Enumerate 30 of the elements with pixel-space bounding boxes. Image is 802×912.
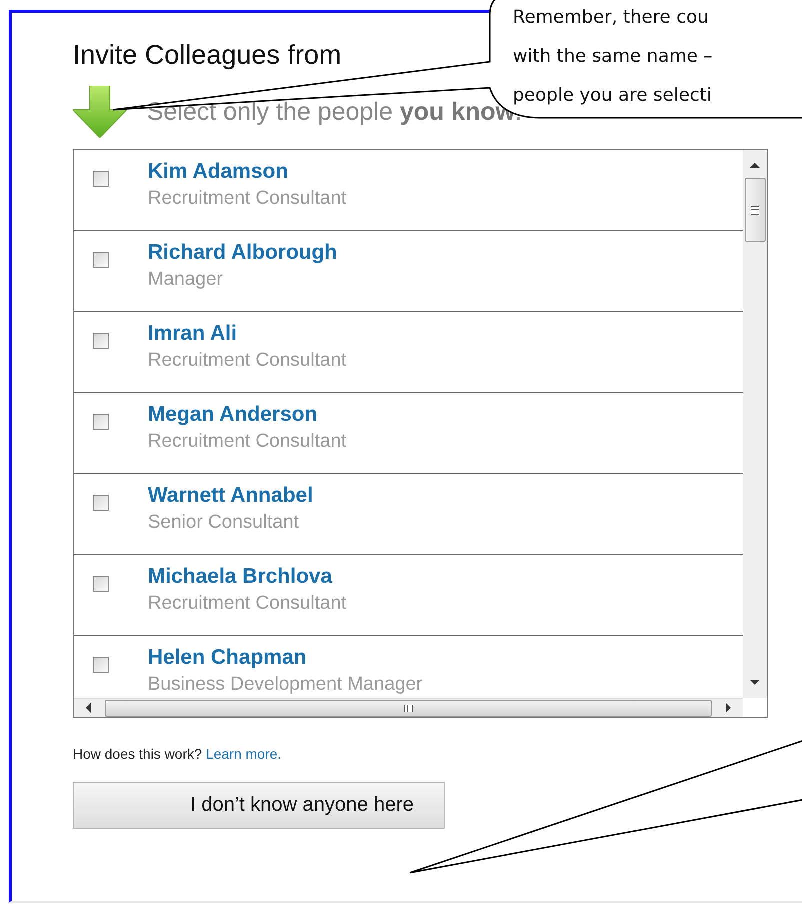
checkbox[interactable] <box>93 252 109 268</box>
person-role: Recruitment Consultant <box>148 430 347 454</box>
person-name[interactable]: Warnett Annabel <box>148 482 314 510</box>
person-role: Recruitment Consultant <box>148 187 347 211</box>
horizontal-scrollbar[interactable] <box>74 698 743 717</box>
down-arrow-icon <box>73 86 127 138</box>
checkbox[interactable] <box>93 495 109 511</box>
callout-text: with the same name – <box>513 45 714 69</box>
person-name[interactable]: Helen Chapman <box>148 644 423 672</box>
checkbox[interactable] <box>93 576 109 592</box>
help-text: How does this work? Learn more. <box>73 745 283 764</box>
callout-text: Remember, there cou <box>513 6 710 30</box>
page-title: Invite Colleagues from <box>73 39 342 72</box>
person-role: Recruitment Consultant <box>148 349 347 373</box>
person-role: Business Development Manager <box>148 673 423 697</box>
vertical-scrollbar[interactable] <box>743 150 767 698</box>
person-role: Manager <box>148 268 224 292</box>
checkbox[interactable] <box>93 171 109 187</box>
person-role: Recruitment Consultant <box>148 592 347 616</box>
checkbox[interactable] <box>93 414 109 430</box>
person-name[interactable]: Kim Adamson <box>148 158 347 186</box>
person-role: Senior Consultant <box>148 511 300 535</box>
person-name[interactable]: Richard Alborough <box>148 239 338 267</box>
checkbox[interactable] <box>93 657 109 673</box>
checkbox[interactable] <box>93 333 109 349</box>
dont-know-anyone-button[interactable]: I don’t know anyone here <box>73 782 445 829</box>
person-name[interactable]: Michaela Brchlova <box>148 563 347 591</box>
person-name[interactable]: Imran Ali <box>148 320 347 348</box>
person-name[interactable]: Megan Anderson <box>148 401 347 429</box>
learn-more-link[interactable]: Learn more. <box>206 746 282 762</box>
